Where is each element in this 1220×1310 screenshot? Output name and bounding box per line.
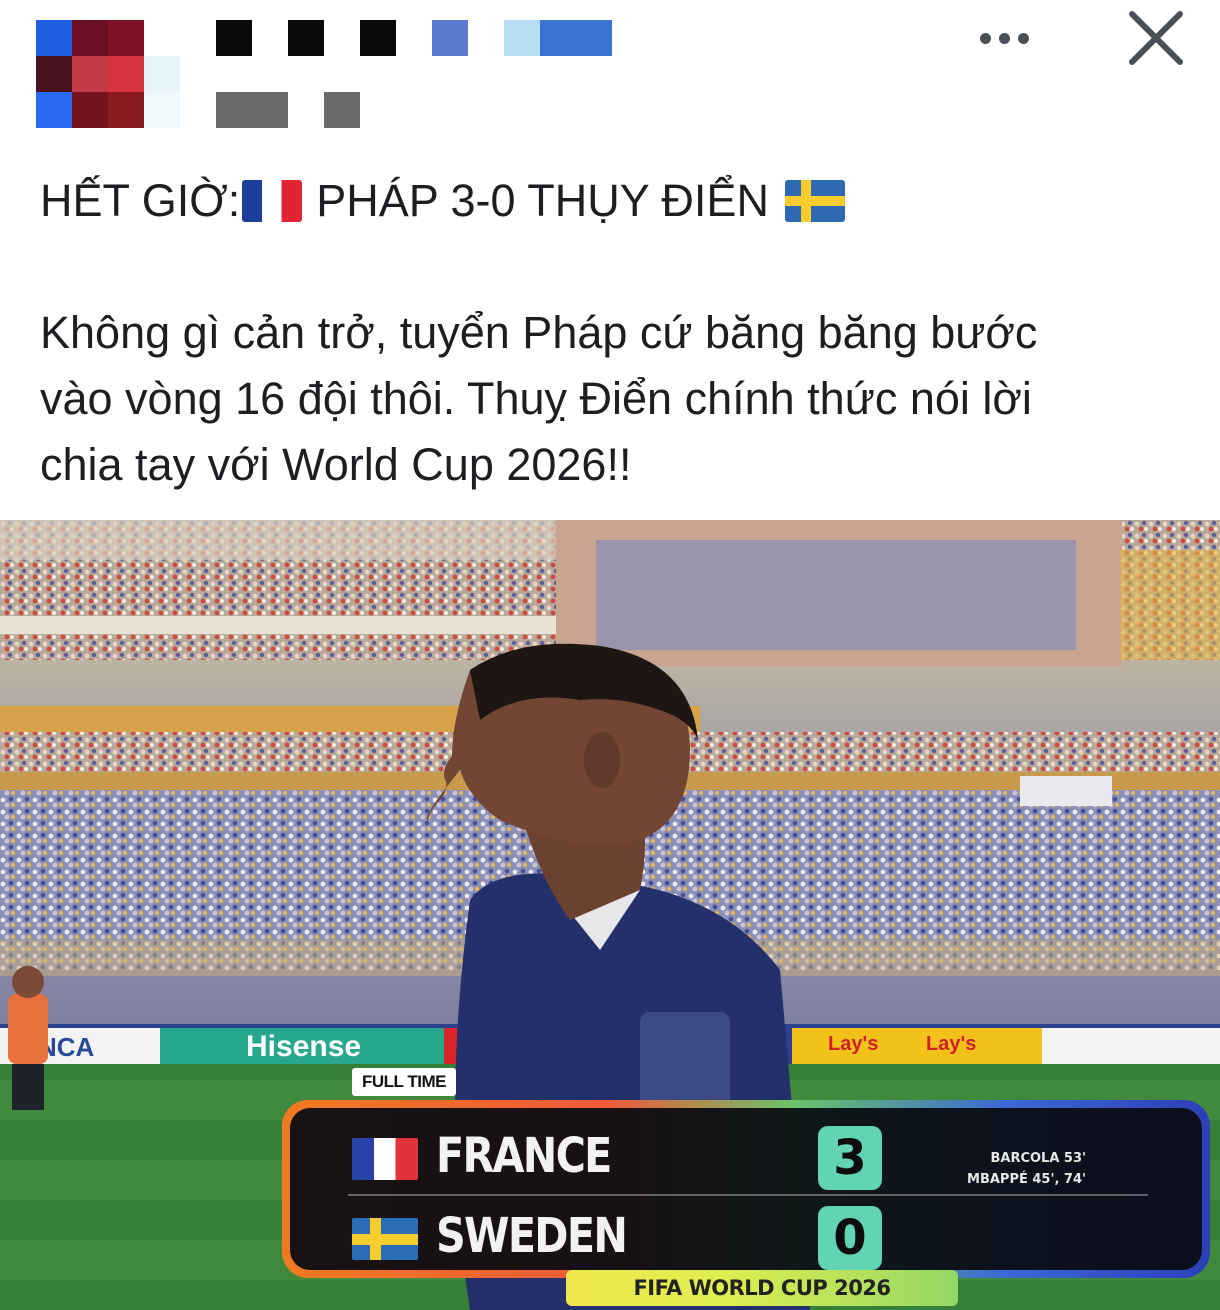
more-options-button[interactable] <box>966 20 1042 56</box>
avatar-pixel <box>36 56 72 92</box>
goal-scorers: BARCOLA 53' MBAPPÉ 45', 74' <box>950 1148 1086 1190</box>
scoreboard-panel: FRANCE 3 BARCOLA 53' MBAPPÉ 45', 74' SWE… <box>290 1108 1202 1270</box>
post-body-line: vào vòng 16 đội thôi. Thuỵ Điển chính th… <box>40 373 1032 424</box>
avatar-pixel <box>36 92 72 128</box>
avatar-pixel <box>144 56 180 92</box>
post-meta <box>216 92 416 128</box>
redacted-name-block <box>216 20 252 56</box>
more-horizontal-icon <box>1017 32 1029 44</box>
scoreboard-divider <box>348 1194 1148 1196</box>
home-score: 3 <box>818 1126 882 1190</box>
close-icon[interactable] <box>1124 6 1188 70</box>
post-header <box>0 0 1220 140</box>
avatar-pixel <box>108 92 144 128</box>
avatar-pixel <box>108 20 144 56</box>
redacted-meta-block <box>324 92 360 128</box>
ad-board-text: Hisense <box>246 1030 361 1063</box>
avatar[interactable] <box>36 20 180 128</box>
more-horizontal-icon <box>979 32 991 44</box>
away-score: 0 <box>818 1206 882 1270</box>
sweden-flag-icon <box>352 1218 418 1260</box>
redacted-meta-block <box>216 92 288 128</box>
avatar-pixel <box>36 20 72 56</box>
redacted-name-block <box>360 20 396 56</box>
post-text: HẾT GIỜ: PHÁP 3-0 THỤY ĐIỂN Không gì cản … <box>40 168 1200 498</box>
ad-board-text: Lay's <box>828 1033 878 1055</box>
sleeve-badge <box>640 1012 730 1112</box>
avatar-pixel <box>144 92 180 128</box>
avatar-pixel <box>144 20 180 56</box>
france-flag-icon <box>242 180 303 222</box>
france-flag-icon <box>352 1138 418 1180</box>
away-team-name: SWEDEN <box>436 1208 628 1264</box>
headline-prefix: HẾT GIỜ: <box>40 175 241 226</box>
avatar-pixel <box>72 20 108 56</box>
home-team-name: FRANCE <box>436 1128 612 1184</box>
scorer-line: BARCOLA 53' <box>990 1151 1086 1166</box>
avatar-pixel <box>72 92 108 128</box>
redacted-name-block <box>288 20 324 56</box>
redacted-name-block <box>540 20 612 56</box>
match-status-badge: FULL TIME <box>352 1068 456 1096</box>
author-name[interactable] <box>216 20 616 56</box>
more-horizontal-icon <box>998 32 1010 44</box>
sweden-flag-icon <box>784 180 845 222</box>
redacted-name-block <box>504 20 540 56</box>
redacted-name-block <box>432 20 468 56</box>
ad-board-text: Lay's <box>926 1033 976 1055</box>
post-headline: HẾT GIỜ: PHÁP 3-0 THỤY ĐIỂN <box>40 168 1200 234</box>
avatar-pixel <box>72 56 108 92</box>
post-body-line: Không gì cản trở, tuyển Pháp cứ băng băn… <box>40 307 1038 358</box>
post-body-line: chia tay với World Cup 2026!! <box>40 439 632 490</box>
avatar-pixel <box>108 56 144 92</box>
scorer-line: MBAPPÉ 45', 74' <box>967 1172 1086 1187</box>
tournament-label: FIFA WORLD CUP 2026 <box>566 1270 958 1306</box>
scoreboard: FRANCE 3 BARCOLA 53' MBAPPÉ 45', 74' SWE… <box>282 1100 1210 1278</box>
headline-score: PHÁP 3-0 THỤY ĐIỂN <box>316 175 769 226</box>
